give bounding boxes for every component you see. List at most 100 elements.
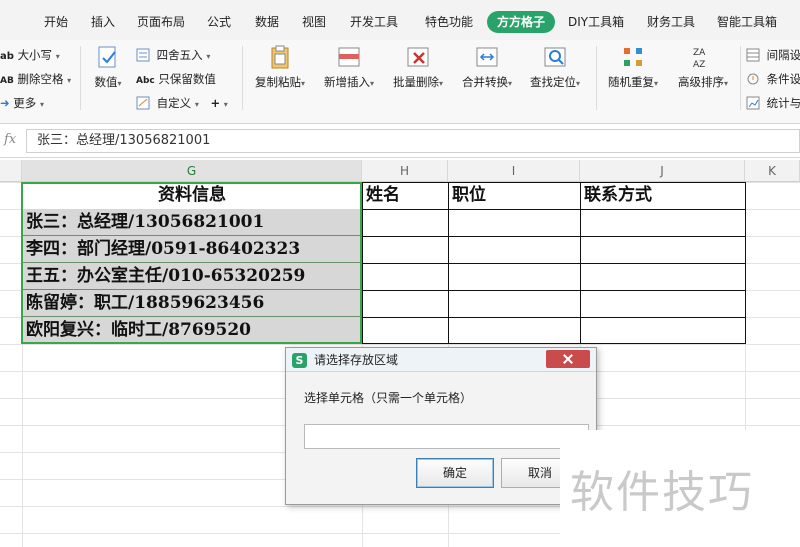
dialog-title: 请选择存放区域 (314, 353, 399, 367)
plus-icon[interactable]: + (210, 96, 220, 110)
table-border (362, 182, 363, 344)
cell-info-row[interactable]: 陈留婷：职工/18859623456 (22, 290, 362, 317)
table-border (362, 317, 745, 318)
cell-info-row[interactable]: 李四：部门经理/0591-86402323 (22, 236, 362, 263)
round-button[interactable]: 四舍五入 ▾ (136, 46, 210, 64)
insert-button[interactable]: 新增插入▾ (318, 44, 380, 110)
corner-header[interactable] (0, 160, 22, 182)
formula-input[interactable]: 张三：总经理/13056821001 (26, 129, 800, 153)
more-button[interactable]: ➜ 更多 ▾ (0, 94, 44, 112)
tab-formulas[interactable]: 公式 (207, 11, 231, 33)
ribbon-separator (596, 46, 597, 110)
find-label: 查找定位 (529, 75, 576, 89)
stats-button[interactable]: 统计与 (746, 94, 800, 112)
tab-page-layout[interactable]: 页面布局 (137, 11, 185, 33)
delete-space-icon: AB (0, 76, 14, 86)
merge-label: 合并转换 (461, 75, 508, 89)
column-header-g[interactable]: G (22, 160, 362, 182)
tab-special[interactable]: 特色功能 (425, 11, 473, 33)
tab-fangfang[interactable]: 方方格子 (487, 11, 556, 33)
keep-number-icon: Abc (136, 76, 155, 86)
cell-info-row[interactable]: 王五：办公室主任/010-65320259 (22, 263, 362, 290)
cell-header-info[interactable]: 资料信息 (22, 182, 362, 209)
tab-view[interactable]: 视图 (302, 11, 326, 33)
tab-finance[interactable]: 财务工具 (647, 11, 695, 33)
condition-button[interactable]: 条件设 (746, 70, 800, 88)
insert-row-icon (338, 47, 360, 67)
number-button[interactable]: 数值▾ (88, 44, 128, 110)
select-range-dialog: S 请选择存放区域 选择单元格（只需一个单元格） 确定 取消 (285, 347, 597, 505)
round-label: 四舍五入 (156, 48, 203, 62)
tab-developer[interactable]: 开发工具 (350, 11, 398, 33)
random-button[interactable]: 随机重复▾ (602, 44, 664, 110)
sort-icon: ZA AZ (693, 48, 706, 70)
keep-number-button[interactable]: Abc 只保留数值 (136, 70, 216, 88)
interval-icon (746, 48, 760, 62)
merge-icon (476, 47, 498, 67)
number-label: 数值 (94, 75, 118, 89)
delete-space-button[interactable]: AB 删除空格 ▾ (0, 70, 71, 88)
interval-button[interactable]: 间隔设 (746, 46, 800, 64)
merge-button[interactable]: 合并转换▾ (456, 44, 518, 110)
cell-info-row[interactable]: 张三：总经理/13056821001 (22, 209, 362, 236)
column-header-k[interactable]: K (745, 160, 800, 182)
custom-icon (136, 96, 150, 110)
sort-button[interactable]: ZA AZ 高级排序▾ (672, 44, 734, 110)
table-border (745, 182, 746, 344)
ribbon-separator (740, 46, 741, 110)
more-label: 更多 (13, 96, 37, 110)
tab-diy-toolbox[interactable]: DIY工具箱 (568, 11, 624, 33)
dialog-titlebar[interactable]: S 请选择存放区域 (286, 348, 596, 372)
condition-icon (747, 73, 759, 85)
close-icon[interactable] (546, 350, 590, 368)
tab-data[interactable]: 数据 (255, 11, 279, 33)
svg-text:ZA: ZA (693, 48, 706, 58)
wps-logo-icon: S (292, 353, 307, 368)
find-button[interactable]: 查找定位▾ (524, 44, 586, 110)
cell-reference-input[interactable] (304, 424, 589, 449)
random-label: 随机重复 (607, 75, 654, 89)
find-icon (544, 47, 566, 67)
sort-label: 高级排序 (677, 75, 724, 89)
delete-space-label: 删除空格 (17, 72, 64, 86)
cell-info-row[interactable]: 欧阳复兴：临时工/8769520 (22, 317, 362, 344)
case-label: 大小写 (17, 48, 53, 62)
column-header-i[interactable]: I (448, 160, 580, 182)
cell-header-contact[interactable]: 联系方式 (584, 182, 745, 209)
watermark: 软件技巧 (560, 430, 800, 547)
table-border (362, 290, 745, 291)
ok-button[interactable]: 确定 (416, 458, 494, 488)
tab-home[interactable]: 开始 (44, 11, 68, 33)
batch-delete-button[interactable]: 批量删除▾ (387, 44, 449, 110)
ribbon-separator (80, 46, 81, 110)
delete-icon (407, 47, 429, 67)
case-button[interactable]: ab 大小写 ▾ (0, 46, 60, 64)
tab-insert[interactable]: 插入 (91, 11, 115, 33)
cell-header-name[interactable]: 姓名 (366, 182, 448, 209)
column-header-j[interactable]: J (580, 160, 745, 182)
random-icon (624, 48, 642, 66)
insert-label: 新增插入 (323, 75, 370, 89)
watermark-text: 软件技巧 (570, 467, 754, 518)
ribbon: ab 大小写 ▾ AB 删除空格 ▾ ➜ 更多 ▾ 数值▾ 四舍五入 ▾ Abc… (0, 40, 800, 124)
table-border (362, 182, 745, 183)
dialog-prompt: 选择单元格（只需一个单元格） (304, 391, 473, 405)
column-header-h[interactable]: H (362, 160, 448, 182)
cell-header-position[interactable]: 职位 (452, 182, 580, 209)
table-border (362, 263, 745, 264)
custom-button[interactable]: 自定义 ▾ + ▾ (136, 94, 228, 112)
table-border (362, 343, 745, 344)
tab-smart-toolbox[interactable]: 智能工具箱 (717, 11, 777, 33)
table-border (580, 182, 581, 344)
table-border (448, 182, 449, 344)
ribbon-separator (242, 46, 243, 110)
stats-icon (746, 96, 760, 110)
more-icon: ➜ (0, 96, 10, 110)
custom-label: 自定义 (156, 96, 192, 110)
keep-number-label: 只保留数值 (158, 72, 216, 86)
fx-icon[interactable]: fx (4, 132, 16, 147)
paste-button[interactable]: 复制粘贴▾ (250, 44, 310, 110)
number-icon (98, 46, 116, 68)
clipboard-icon (271, 45, 289, 69)
formula-bar: fx 张三：总经理/13056821001 (0, 124, 800, 158)
